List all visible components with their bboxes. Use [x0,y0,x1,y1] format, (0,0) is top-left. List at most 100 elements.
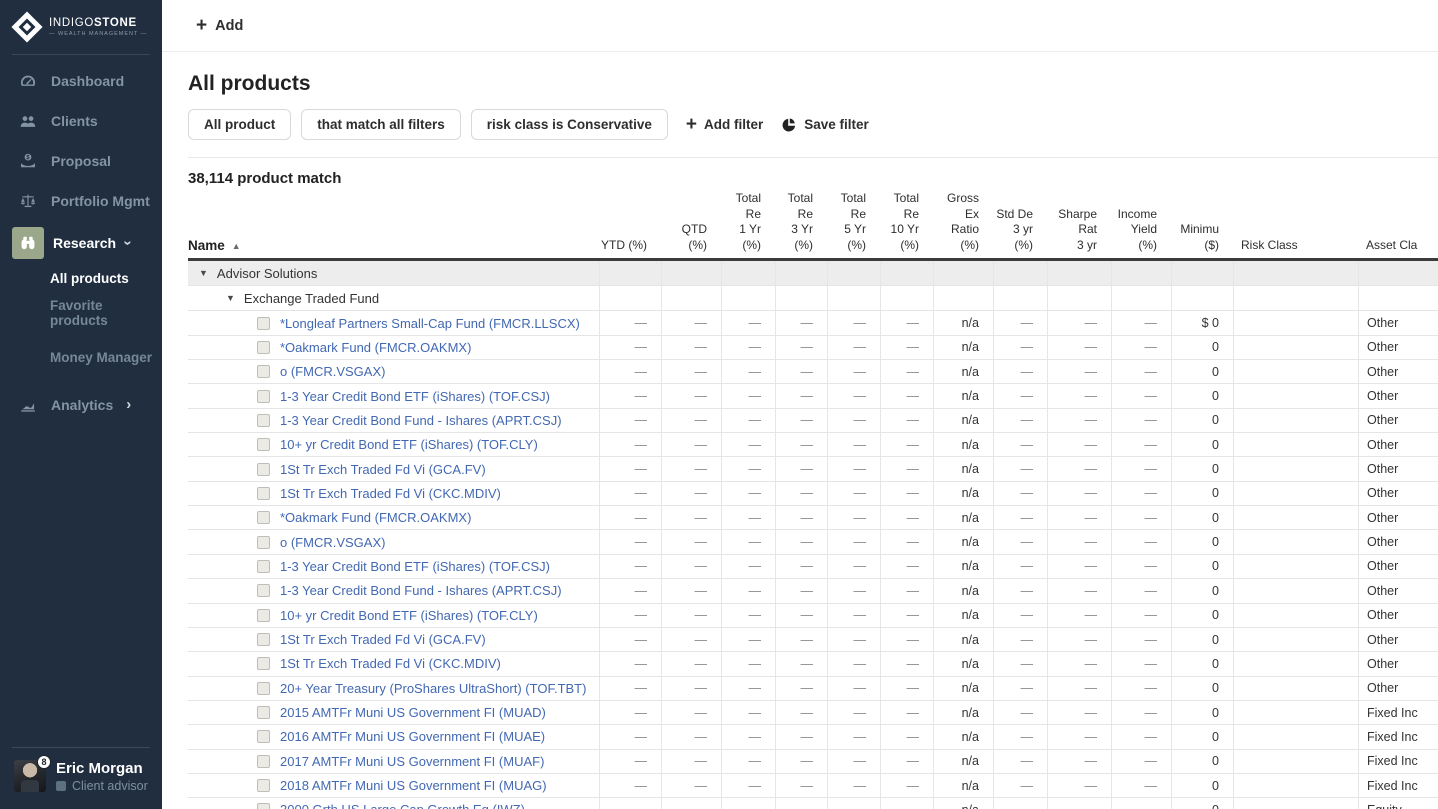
table-cell: n/a [933,652,993,675]
table-cell: — [775,530,827,553]
fund-link[interactable]: 2016 AMTFr Muni US Government FI (MUAE) [280,729,545,744]
table-cell: 0 [1171,336,1233,359]
row-checkbox[interactable] [257,414,270,427]
row-checkbox[interactable] [257,633,270,646]
fund-link[interactable]: 2015 AMTFr Muni US Government FI (MUAD) [280,705,546,720]
row-checkbox[interactable] [257,511,270,524]
table-cell: — [1047,409,1111,432]
sidebar-item-proposal[interactable]: Proposal [0,141,162,181]
filter-chip[interactable]: that match all filters [301,109,461,140]
collapse-triangle-icon[interactable]: ▼ [199,268,208,278]
user-card[interactable]: 8 Eric Morgan Client advisor [12,747,150,809]
fund-link[interactable]: 1-3 Year Credit Bond ETF (iShares) (TOF.… [280,559,550,574]
table-cell: — [993,774,1047,797]
group-row[interactable]: ▼Advisor Solutions [188,261,1438,286]
column-header[interactable]: Minimu($) [1171,222,1233,253]
fund-link[interactable]: 10+ yr Credit Bond ETF (iShares) (TOF.CL… [280,437,538,452]
fund-link[interactable]: o (FMCR.VSGAX) [280,364,385,379]
column-header[interactable]: Risk Class [1233,238,1358,254]
row-checkbox[interactable] [257,560,270,573]
fund-link[interactable]: *Oakmark Fund (FMCR.OAKMX) [280,510,471,525]
table-cell: — [599,579,661,602]
fund-link[interactable]: *Oakmark Fund (FMCR.OAKMX) [280,340,471,355]
table-cell: — [993,360,1047,383]
column-header[interactable]: Sharpe Rat3 yr [1047,207,1111,254]
fund-link[interactable]: 2017 AMTFr Muni US Government FI (MUAF) [280,754,544,769]
fund-link[interactable]: *Longleaf Partners Small-Cap Fund (FMCR.… [280,316,580,331]
sidebar-item-all-products[interactable]: All products [50,265,162,292]
column-header[interactable]: Total Re1 Yr (%) [721,191,775,253]
row-checkbox[interactable] [257,341,270,354]
table-cell: — [1111,579,1171,602]
table-cell: — [599,555,661,578]
group-row[interactable]: ▼Exchange Traded Fund [188,286,1438,311]
save-filter-button[interactable]: Save filter [781,117,869,133]
filter-chip[interactable]: All product [188,109,291,140]
column-header[interactable]: QTD (%) [661,222,721,253]
row-checkbox[interactable] [257,755,270,768]
column-header[interactable]: Total Re5 Yr (%) [827,191,880,253]
fund-link[interactable]: o (FMCR.VSGAX) [280,535,385,550]
sidebar-item-money-manager[interactable]: Money Manager [50,344,162,371]
table-cell [1233,261,1358,285]
fund-link[interactable]: 1St Tr Exch Traded Fd Vi (CKC.MDIV) [280,656,501,671]
add-button[interactable]: + Add [196,18,243,34]
sidebar-item-portfolio-mgmt[interactable]: Portfolio Mgmt [0,181,162,221]
sidebar-item-dashboard[interactable]: Dashboard [0,61,162,101]
row-checkbox[interactable] [257,317,270,330]
fund-link[interactable]: 1-3 Year Credit Bond Fund - Ishares (APR… [280,583,562,598]
sidebar-item-research[interactable]: Research› [0,221,162,265]
table-cell: Other [1358,506,1438,529]
table-cell: — [599,506,661,529]
table-cell: n/a [933,530,993,553]
fund-link[interactable]: 3000 Grth US Large Cap Growth Eq (IWZ) [280,802,525,809]
column-header[interactable]: Gross ExRatio (%) [933,191,993,253]
column-header-name[interactable]: Name ▲ [188,238,599,253]
sidebar-item-analytics[interactable]: Analytics› [0,385,162,425]
fund-link[interactable]: 10+ yr Credit Bond ETF (iShares) (TOF.CL… [280,608,538,623]
row-checkbox[interactable] [257,779,270,792]
table-cell [1233,628,1358,651]
row-checkbox[interactable] [257,706,270,719]
row-checkbox[interactable] [257,584,270,597]
table-cell: 0 [1171,482,1233,505]
collapse-triangle-icon[interactable]: ▼ [226,293,235,303]
row-checkbox[interactable] [257,438,270,451]
row-checkbox[interactable] [257,390,270,403]
sidebar-item-clients[interactable]: Clients [0,101,162,141]
table-cell: — [661,433,721,456]
column-header[interactable]: Std De3 yr (%) [993,207,1047,254]
fund-link[interactable]: 1-3 Year Credit Bond Fund - Ishares (APR… [280,413,562,428]
column-header[interactable]: YTD (%) [599,238,661,254]
fund-link[interactable]: 1St Tr Exch Traded Fd Vi (GCA.FV) [280,462,486,477]
row-checkbox[interactable] [257,365,270,378]
row-checkbox[interactable] [257,730,270,743]
table-cell [1233,604,1358,627]
table-cell: Other [1358,482,1438,505]
column-header[interactable]: Total Re3 Yr (%) [775,191,827,253]
row-checkbox[interactable] [257,657,270,670]
row-checkbox[interactable] [257,487,270,500]
fund-link[interactable]: 1St Tr Exch Traded Fd Vi (GCA.FV) [280,632,486,647]
table-cell: 0 [1171,530,1233,553]
row-checkbox[interactable] [257,463,270,476]
table-cell: — [993,530,1047,553]
table-cell: — [721,750,775,773]
row-checkbox[interactable] [257,609,270,622]
fund-link[interactable]: 2018 AMTFr Muni US Government FI (MUAG) [280,778,547,793]
row-checkbox[interactable] [257,536,270,549]
column-header[interactable]: IncomeYield (%) [1111,207,1171,254]
table-cell [1358,261,1438,285]
fund-link[interactable]: 1St Tr Exch Traded Fd Vi (CKC.MDIV) [280,486,501,501]
add-filter-button[interactable]: + Add filter [686,117,763,132]
table-cell: — [827,798,880,809]
sidebar-item-favorite-products[interactable]: Favorite products [50,292,162,334]
filter-chip[interactable]: risk class is Conservative [471,109,668,140]
table-cell: — [1047,750,1111,773]
row-checkbox[interactable] [257,803,270,809]
column-header[interactable]: Total Re10 Yr (%) [880,191,933,253]
fund-link[interactable]: 20+ Year Treasury (ProShares UltraShort)… [280,681,586,696]
row-checkbox[interactable] [257,682,270,695]
fund-link[interactable]: 1-3 Year Credit Bond ETF (iShares) (TOF.… [280,389,550,404]
column-header[interactable]: Asset Cla [1358,238,1438,254]
